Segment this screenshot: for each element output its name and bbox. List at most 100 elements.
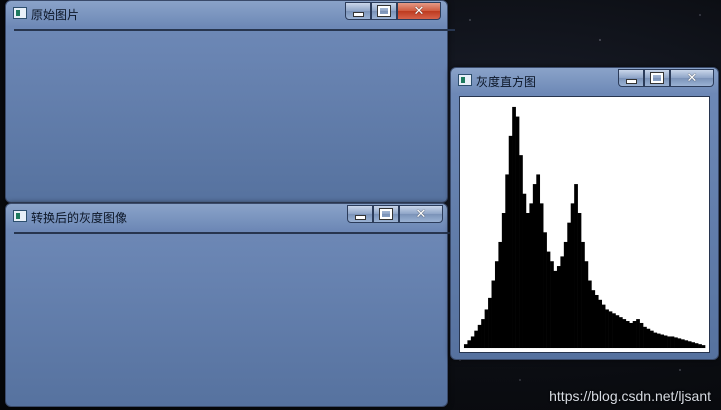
histogram-bar (643, 326, 647, 349)
gray-image (14, 232, 455, 234)
minimize-button[interactable] (345, 2, 371, 20)
window-title: 原始图片 (31, 8, 80, 22)
histogram-plot (463, 106, 706, 349)
maximize-button[interactable] (371, 2, 397, 20)
histogram-bar (539, 203, 544, 349)
minimize-button[interactable] (347, 205, 373, 223)
histogram-bar (674, 337, 678, 349)
histogram-bar (522, 193, 527, 349)
maximize-icon (377, 5, 391, 17)
watermark-text: https://blog.csdn.net/ljsant (549, 388, 711, 404)
close-icon: ✕ (686, 70, 698, 86)
histogram-bar (498, 241, 503, 349)
window-title: 灰度直方图 (476, 75, 537, 89)
histogram-bar (591, 290, 596, 349)
histogram-bar (508, 135, 513, 349)
histogram-bar (680, 339, 685, 349)
histogram-bar (501, 213, 506, 349)
close-icon: ✕ (413, 3, 425, 19)
histogram-bar (515, 116, 520, 349)
histogram-bar (618, 317, 623, 349)
close-button[interactable]: ✕ (399, 205, 443, 223)
histogram-bar (632, 321, 637, 349)
histogram-bar (601, 304, 606, 349)
histogram-bar (691, 342, 695, 349)
histogram-bar (646, 328, 651, 349)
maximize-button[interactable] (644, 69, 670, 87)
maximize-button[interactable] (373, 205, 399, 223)
original-image (14, 29, 455, 31)
histogram-bar (477, 324, 482, 349)
histogram-bar (605, 309, 609, 349)
window-histogram[interactable]: 灰度直方图 ✕ (450, 67, 719, 360)
histogram-bar (629, 322, 634, 349)
minimize-button[interactable] (618, 69, 644, 87)
minimize-icon (625, 78, 637, 84)
histogram-bar (463, 344, 468, 349)
histogram-bar (519, 155, 523, 349)
maximize-icon (379, 208, 393, 220)
minimize-icon (352, 11, 364, 17)
histogram-bar (615, 315, 620, 349)
histogram-bar (532, 184, 537, 349)
histogram-bar (481, 319, 485, 349)
histogram-bar (474, 330, 479, 349)
histogram-bar (660, 334, 665, 349)
histogram-bar (484, 309, 489, 349)
app-icon (13, 210, 27, 222)
close-button[interactable]: ✕ (397, 2, 441, 20)
titlebar[interactable]: 灰度直方图 ✕ (451, 68, 718, 94)
histogram-bar (701, 345, 706, 349)
close-icon: ✕ (415, 206, 427, 222)
histogram-bar (636, 319, 640, 349)
histogram-bar (587, 280, 592, 349)
histogram-bar (670, 336, 675, 349)
histogram-bar (543, 232, 547, 349)
histogram-bar (612, 313, 616, 349)
window-original-image[interactable]: 原始图片 ✕ (5, 0, 455, 203)
histogram-bar (488, 297, 492, 349)
histogram-bar (525, 213, 530, 349)
histogram-bar (467, 340, 472, 349)
close-button[interactable]: ✕ (670, 69, 714, 87)
histogram-bar (536, 174, 541, 349)
histogram-bar (649, 330, 654, 349)
histogram-bar (491, 280, 496, 349)
histogram-bar (639, 322, 644, 349)
histogram-bar (494, 261, 499, 349)
histogram-canvas (459, 96, 710, 353)
app-icon (458, 74, 472, 86)
histogram-bar (556, 266, 561, 349)
app-icon (13, 7, 27, 19)
histogram-bar (622, 319, 627, 349)
minimize-icon (354, 214, 366, 220)
histogram-bar (594, 294, 599, 349)
histogram-bar (574, 184, 578, 349)
histogram-bar (625, 321, 630, 349)
histogram-bar (687, 341, 692, 349)
histogram-bar (546, 251, 551, 349)
histogram-bar (512, 106, 516, 349)
histogram-bar (653, 332, 658, 349)
histogram-bar (567, 222, 572, 349)
histogram-bar (560, 256, 565, 349)
window-gray-image[interactable]: 转换后的灰度图像 ✕ (5, 203, 455, 407)
histogram-bar (698, 344, 702, 349)
histogram-bar (553, 270, 558, 349)
window-title: 转换后的灰度图像 (31, 211, 128, 225)
histogram-bar (577, 213, 582, 349)
histogram-bar (694, 343, 699, 349)
histogram-bar (563, 241, 568, 349)
titlebar[interactable]: 原始图片 ✕ (6, 1, 447, 27)
histogram-bar (656, 333, 661, 349)
histogram-bar (550, 261, 554, 349)
histogram-bar (581, 241, 585, 349)
titlebar[interactable]: 转换后的灰度图像 ✕ (6, 204, 447, 230)
histogram-bar (598, 299, 603, 349)
histogram-bar (684, 340, 689, 349)
histogram-bar (667, 336, 671, 349)
histogram-bar (677, 338, 682, 349)
histogram-bar (570, 203, 575, 349)
maximize-icon (650, 72, 664, 84)
histogram-bar (584, 261, 589, 349)
